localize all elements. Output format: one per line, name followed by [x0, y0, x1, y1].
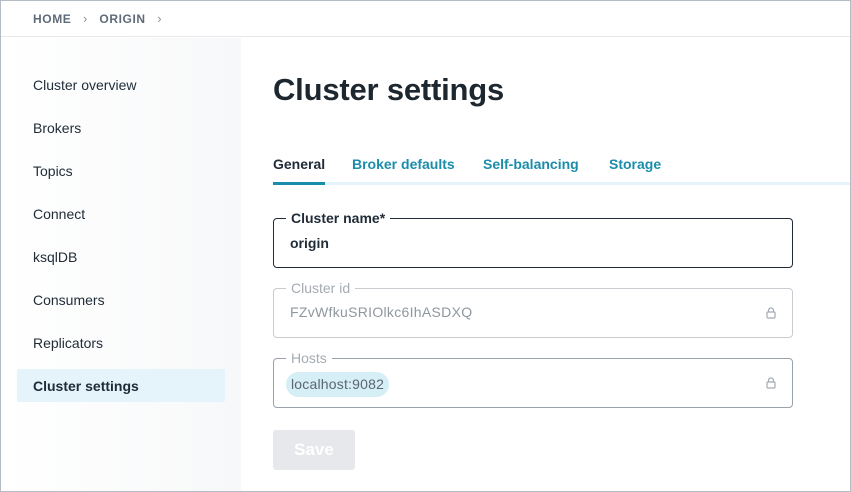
top-bar: HOME › ORIGIN › — [1, 1, 850, 37]
sidebar-item-cluster-settings[interactable]: Cluster settings — [17, 369, 225, 402]
tab-storage[interactable]: Storage — [609, 154, 661, 185]
hosts-label: Hosts — [286, 349, 332, 367]
sidebar-item-consumers[interactable]: Consumers — [17, 283, 225, 316]
cluster-name-label: Cluster name* — [286, 209, 391, 227]
cluster-id-field: Cluster id FZvWfkuSRIOlkc6IhASDXQ — [273, 279, 793, 338]
sidebar-item-replicators[interactable]: Replicators — [17, 326, 225, 359]
tab-bar: General Broker defaults Self-balancing S… — [273, 154, 850, 185]
sidebar: Cluster overview Brokers Topics Connect … — [1, 38, 241, 491]
breadcrumb-home[interactable]: HOME — [33, 12, 71, 26]
sidebar-item-label: ksqlDB — [33, 248, 78, 265]
sidebar-item-label: Consumers — [33, 291, 105, 308]
sidebar-item-ksqldb[interactable]: ksqlDB — [17, 240, 225, 273]
page-title: Cluster settings — [273, 72, 505, 107]
cluster-name-input[interactable]: origin — [290, 235, 329, 251]
sidebar-item-label: Cluster overview — [33, 76, 137, 93]
tab-general[interactable]: General — [273, 154, 326, 185]
host-chip: localhost:9082 — [286, 372, 390, 397]
sidebar-item-label: Topics — [33, 162, 73, 179]
chevron-right-icon: › — [157, 11, 163, 26]
cluster-id-value: FZvWfkuSRIOlkc6IhASDXQ — [290, 304, 473, 320]
sidebar-item-brokers[interactable]: Brokers — [17, 111, 225, 144]
sidebar-item-cluster-overview[interactable]: Cluster overview — [17, 68, 225, 101]
tab-broker-defaults[interactable]: Broker defaults — [352, 154, 455, 185]
hosts-field: Hosts localhost:9082 — [273, 349, 793, 408]
tab-self-balancing[interactable]: Self-balancing — [483, 154, 579, 185]
cluster-id-label: Cluster id — [286, 279, 356, 297]
sidebar-item-label: Replicators — [33, 334, 104, 351]
lock-icon — [766, 377, 776, 389]
lock-icon — [766, 307, 776, 319]
main-content: Cluster settings General Broker defaults… — [273, 38, 850, 491]
cluster-name-field[interactable]: Cluster name* origin — [273, 209, 793, 268]
chevron-right-icon: › — [82, 11, 88, 26]
sidebar-item-label: Brokers — [33, 119, 82, 136]
sidebar-item-label: Cluster settings — [33, 377, 139, 394]
sidebar-item-topics[interactable]: Topics — [17, 154, 225, 187]
sidebar-item-connect[interactable]: Connect — [17, 197, 225, 230]
breadcrumb: HOME › ORIGIN › — [33, 11, 174, 26]
app-window: HOME › ORIGIN › Cluster overview Brokers… — [0, 0, 851, 492]
sidebar-item-label: Connect — [33, 205, 86, 222]
breadcrumb-origin[interactable]: ORIGIN — [99, 12, 145, 26]
save-button[interactable]: Save — [273, 430, 355, 470]
